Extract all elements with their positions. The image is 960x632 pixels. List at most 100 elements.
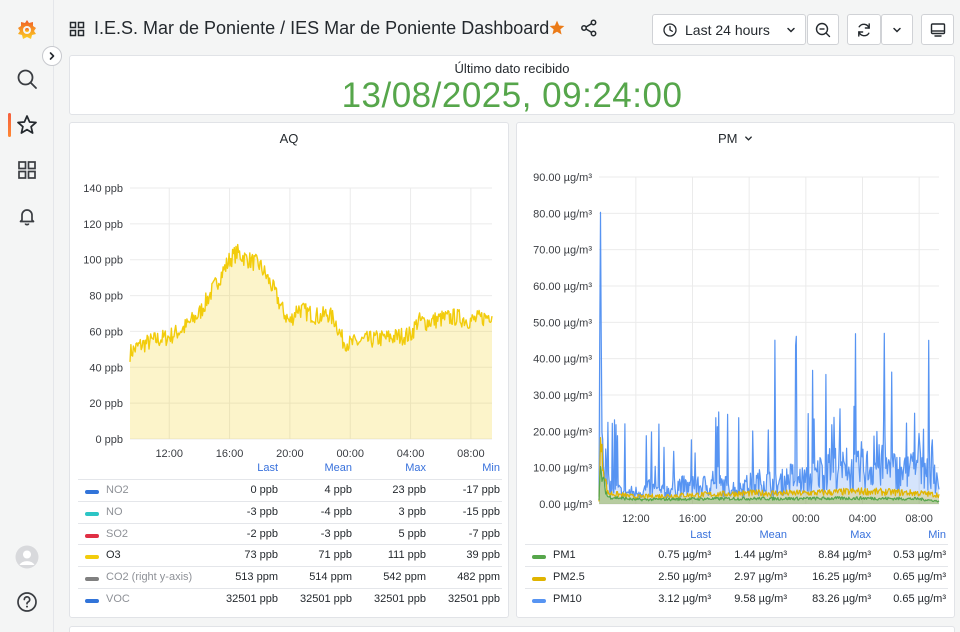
y-tick-label: 80.00 µg/m³ (533, 208, 592, 220)
y-tick-label: 70.00 µg/m³ (533, 245, 592, 257)
chevron-right-icon (49, 52, 55, 60)
legend-color-swatch (85, 533, 99, 538)
legend-series-name[interactable]: NO2 (106, 484, 129, 496)
legend-color-swatch (85, 490, 99, 494)
refresh-icon (858, 22, 870, 37)
share-icon[interactable] (580, 19, 598, 42)
help-icon[interactable] (14, 589, 40, 615)
legend-row-pm10[interactable]: PM10 3.12 µg/m³ 9.58 µg/m³ 83.26 µg/m³ 0.65 … (525, 587, 948, 610)
legend-color-swatch (85, 555, 99, 560)
pm-panel[interactable]: PM 0.00 µg/m³ 10.00 µg/m³ 20.00 µg/m³ 30.00… (516, 122, 955, 618)
legend-color-swatch (532, 555, 546, 559)
legend-color-swatch (85, 577, 99, 582)
y-tick-label: 140 ppb (83, 183, 123, 195)
y-tick-label: 0.00 µg/m³ (539, 499, 592, 511)
legend-header-max[interactable]: Max (356, 462, 426, 474)
legend-series-name[interactable]: SO2 (106, 528, 128, 540)
legend-value-mean: 9.58 µg/m³ (734, 592, 787, 605)
zoom-out-icon (815, 22, 831, 37)
top-bar: I.E.S. Mar de Poniente / IES Mar de Poni… (54, 0, 960, 58)
stat-label: Último dato recibido (454, 61, 570, 76)
legend-series-name[interactable]: PM1 (553, 549, 576, 561)
x-tick-label: 00:00 (336, 448, 364, 460)
legend-value-min: 0.65 µg/m³ (893, 592, 946, 605)
chevron-down-icon (893, 27, 901, 33)
legend-header-min[interactable]: Min (876, 529, 946, 541)
stat-value: 13/08/2025, 09:24:00 (341, 76, 683, 115)
breadcrumb[interactable]: I.E.S. Mar de Poniente / IES Mar de Poni… (94, 18, 549, 39)
pm-chart[interactable]: 0.00 µg/m³ 10.00 µg/m³ 20.00 µg/m³ 30.00 µg… (517, 123, 956, 543)
legend-row-pm1[interactable]: PM1 0.75 µg/m³ 1.44 µg/m³ 8.84 µg/m³ 0.53 µg… (525, 544, 948, 566)
legend-value-min: 32501 ppb (448, 593, 500, 605)
active-indicator (8, 113, 11, 137)
zoom-out-button[interactable] (807, 14, 839, 45)
legend-row-so2[interactable]: SO2 -2 ppb -3 ppb 5 ppb -7 ppb (78, 522, 502, 545)
legend-header-last[interactable]: Last (641, 529, 711, 541)
y-tick-label: 30.00 µg/m³ (533, 390, 592, 402)
grafana-logo-icon[interactable] (14, 17, 40, 43)
y-tick-label: 40.00 µg/m³ (533, 354, 592, 366)
stat-panel-last-data[interactable]: Último dato recibido 13/08/2025, 09:24:0… (69, 55, 955, 115)
legend-value-min: 0.53 µg/m³ (893, 549, 946, 561)
legend-row-o3[interactable]: O3 73 ppb 71 ppb 111 ppb 39 ppb (78, 544, 502, 566)
x-tick-label: 08:00 (905, 513, 933, 525)
y-tick-label: 100 ppb (83, 255, 123, 267)
legend-series-name[interactable]: VOC (106, 593, 130, 605)
aq-panel[interactable]: AQ 0 ppb 20 ppb 40 ppb 60 ppb 80 ppb 100 ppb 1… (69, 122, 509, 618)
legend-value-min: 39 ppb (466, 549, 500, 562)
refresh-button[interactable] (847, 14, 881, 45)
x-tick-label: 04:00 (397, 448, 425, 460)
legend-header-min[interactable]: Min (430, 462, 500, 474)
legend-series-name[interactable]: PM2.5 (553, 571, 585, 583)
legend-series-name[interactable]: CO2 (right y-axis) (106, 571, 192, 583)
x-tick-label: 00:00 (792, 513, 820, 525)
legend-color-swatch (85, 511, 99, 516)
legend-header-last[interactable]: Last (208, 462, 278, 474)
legend-header-mean[interactable]: Mean (282, 462, 352, 474)
legend-value-min: -15 ppb (462, 505, 500, 518)
x-tick-label: 04:00 (849, 513, 877, 525)
legend-value-min: 482 ppm (457, 571, 500, 584)
legend-color-swatch (85, 599, 99, 603)
alerting-bell-icon[interactable] (14, 203, 40, 229)
legend-series-name[interactable]: PM10 (553, 593, 582, 605)
refresh-interval-dropdown[interactable] (881, 14, 913, 45)
time-range-label: Last 24 hours (685, 22, 770, 38)
pm-legend-table: Last Mean Max Min PM1 0.75 µg/m³ 1.44 µg/m³ 8.8… (525, 527, 948, 607)
user-avatar-icon[interactable] (14, 544, 40, 570)
search-icon[interactable] (14, 66, 40, 92)
starred-icon[interactable] (14, 112, 40, 138)
expand-sidebar-button[interactable] (42, 46, 62, 66)
y-tick-label: 60 ppb (89, 326, 123, 338)
y-tick-label: 20.00 µg/m³ (533, 426, 592, 438)
x-tick-label: 12:00 (155, 448, 183, 460)
sidebar (0, 0, 54, 632)
legend-series-name[interactable]: O3 (106, 549, 121, 561)
x-tick-label: 08:00 (457, 448, 485, 460)
y-tick-label: 20 ppb (89, 398, 123, 410)
chevron-down-icon (787, 27, 795, 33)
y-tick-label: 40 ppb (89, 362, 123, 374)
x-tick-label: 12:00 (622, 513, 650, 525)
dashboards-icon[interactable] (14, 157, 40, 183)
legend-header-mean[interactable]: Mean (717, 529, 787, 541)
legend-row-no2[interactable]: NO2 0 ppb 4 ppb 23 ppb -17 ppb (78, 479, 502, 501)
aq-chart[interactable]: 0 ppb 20 ppb 40 ppb 60 ppb 80 ppb 100 ppb 120 … (70, 123, 510, 463)
legend-value-mean: 1.44 µg/m³ (734, 549, 787, 561)
legend-row-voc[interactable]: VOC 32501 ppb 32501 ppb 32501 ppb 32501 ppb (78, 588, 502, 610)
legend-value-min: -17 ppb (462, 484, 500, 496)
mark-favorite-star-icon[interactable] (548, 19, 566, 42)
legend-row-no[interactable]: NO -3 ppb -4 ppb 3 ppb -15 ppb (78, 500, 502, 523)
aq-legend-table: Last Mean Max Min NO2 0 ppb 4 ppb 23 ppb -17 ppb… (78, 460, 502, 610)
y-tick-label: 50.00 µg/m³ (533, 317, 592, 329)
y-tick-label: 60.00 µg/m³ (533, 281, 592, 293)
legend-header-max[interactable]: Max (801, 529, 871, 541)
time-range-picker[interactable]: Last 24 hours (652, 14, 806, 45)
legend-value-min: -7 ppb (468, 527, 500, 540)
dashboard-grid-icon (69, 21, 85, 42)
next-panel-edge (69, 626, 955, 632)
legend-row-co2-right-y-axis-[interactable]: CO2 (right y-axis) 513 ppm 514 ppm 542 ppm 4… (78, 566, 502, 588)
tv-mode-button[interactable] (921, 14, 954, 45)
legend-series-name[interactable]: NO (106, 506, 123, 518)
legend-row-pm2-5[interactable]: PM2.5 2.50 µg/m³ 2.97 µg/m³ 16.25 µg/m³ 0.65… (525, 565, 948, 588)
